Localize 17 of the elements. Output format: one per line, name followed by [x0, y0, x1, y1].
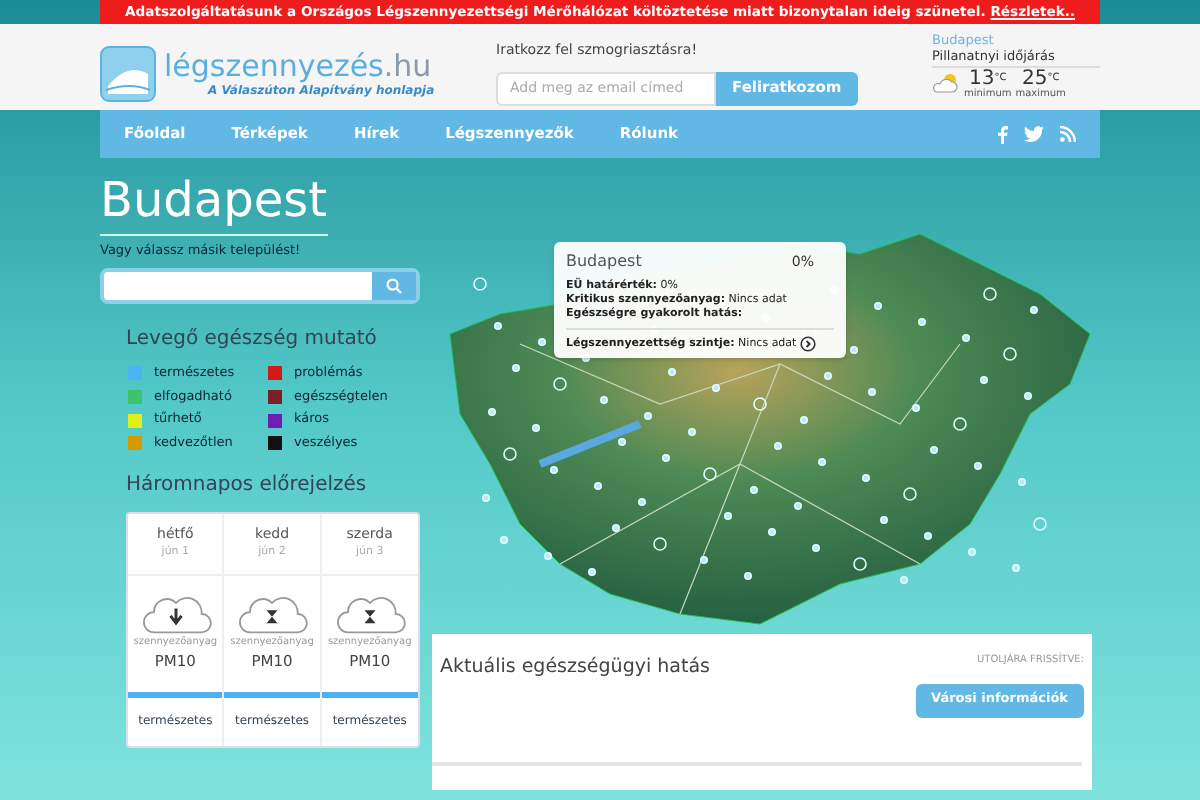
twitter-icon[interactable] [1024, 126, 1044, 142]
partly-sunny-icon [932, 70, 960, 95]
city-search-field[interactable] [100, 267, 420, 304]
search-button[interactable] [372, 271, 416, 300]
forecast-title: Háromnapos előrejelzés [126, 471, 369, 500]
chevron-right-icon[interactable] [800, 336, 817, 353]
logo-icon [100, 46, 156, 102]
min-temperature: 13$^{°C}$ [969, 70, 1007, 91]
legend-title: Levegő egészség mutató [126, 325, 379, 354]
rss-icon[interactable] [1060, 126, 1076, 142]
max-temperature: 25$^{°C}$ [1021, 70, 1060, 91]
tooltip-city: Budapest [566, 250, 642, 274]
impact-title: Aktuális egészségügyi hatás [440, 654, 710, 682]
search-icon [386, 277, 402, 294]
logo-wordmark[interactable]: légszennyezés.hu [164, 51, 435, 81]
facebook-icon[interactable] [998, 125, 1008, 143]
city-title: Budapest [100, 170, 328, 236]
